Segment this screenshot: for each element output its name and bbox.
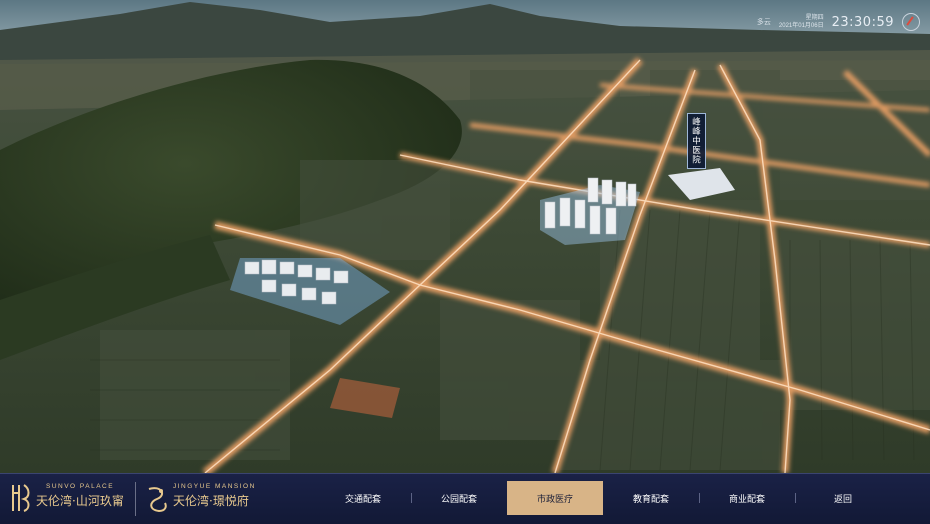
nav-label: 教育配套	[632, 493, 669, 504]
nav-park-button[interactable]: 公园配套	[411, 481, 507, 515]
date-label: 2021年01月06日	[778, 23, 824, 29]
nav-commerce-button[interactable]: 商业配套	[699, 481, 795, 515]
sunvo-logo-icon	[12, 484, 30, 512]
logo-left-en: SUNVO PALACE	[46, 483, 115, 490]
nav-label: 交通配套	[344, 493, 381, 504]
logo-left-cn: 天伦湾·山河玖甯	[36, 494, 124, 508]
nav-municipal-medical-button[interactable]: 市政医疗	[507, 481, 603, 515]
logo-right-cn: 天伦湾·璟悦府	[173, 494, 249, 508]
weather-label: 多云	[756, 19, 771, 26]
logo-divider	[135, 482, 136, 516]
aerial-map-scene[interactable]	[0, 0, 930, 523]
compass-icon[interactable]	[902, 13, 920, 31]
logo-right-en: JINGYUE MANSION	[173, 483, 256, 490]
nav-label: 商业配套	[728, 493, 765, 504]
date-box: 星期四 2021年01月06日	[779, 14, 824, 30]
weekday-label: 星期四	[805, 15, 824, 21]
logo-sunvo-palace: SUNVO PALACE 天伦湾·山河玖甯	[10, 477, 130, 521]
jingyue-logo-icon	[148, 487, 167, 513]
nav-label: 市政医疗	[536, 493, 573, 504]
nav-label: 返回	[833, 493, 852, 504]
status-bar: 多云 星期四 2021年01月06日 23:30:59	[757, 8, 920, 36]
category-nav: 交通配套 公园配套 市政医疗 教育配套 商业配套 返回	[315, 481, 925, 515]
poi-label-hospital[interactable]: 峰峰中医院	[687, 113, 706, 169]
nav-back-button[interactable]: 返回	[795, 481, 891, 515]
clock-time: 23:30:59	[831, 14, 894, 30]
nav-education-button[interactable]: 教育配套	[603, 481, 699, 515]
nav-traffic-button[interactable]: 交通配套	[315, 481, 411, 515]
bottom-nav-bar: SUNVO PALACE 天伦湾·山河玖甯 JINGYUE MANSION 天伦…	[0, 473, 930, 524]
logo-jingyue-mansion: JINGYUE MANSION 天伦湾·璟悦府	[143, 477, 283, 521]
nav-label: 公园配套	[440, 493, 477, 504]
